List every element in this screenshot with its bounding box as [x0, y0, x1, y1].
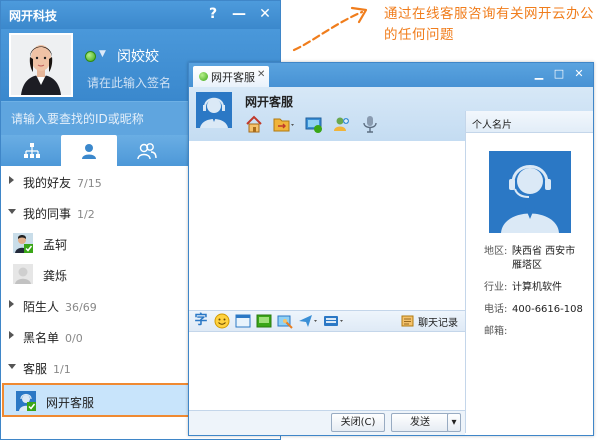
email-label: 邮箱:	[484, 326, 508, 337]
support-avatar-icon[interactable]	[196, 92, 232, 128]
industry-label: 行业:	[484, 282, 508, 293]
tab-organization[interactable]	[4, 135, 60, 166]
profile-industry-row: 行业: 计算机软件	[484, 281, 562, 295]
close-button[interactable]: ✕	[252, 3, 278, 25]
chat-tab[interactable]: 网开客服 ✕	[193, 66, 269, 87]
online-status-icon	[199, 72, 208, 81]
chat-history-button[interactable]: 聊天记录	[401, 313, 458, 329]
chat-footer: 关闭(C) 发送 ▾	[189, 410, 465, 435]
expand-arrow-icon	[9, 331, 14, 339]
minimize-button[interactable]: ▁	[529, 64, 549, 84]
expand-arrow-icon	[9, 176, 14, 184]
close-button[interactable]: ✕	[569, 64, 589, 84]
contacts-window-titlebar[interactable]: 网开科技 ? — ✕	[1, 1, 280, 29]
region-label: 地区:	[484, 246, 508, 257]
phone-label: 电话:	[484, 304, 508, 315]
send-button[interactable]: 发送	[391, 413, 449, 432]
help-button[interactable]: ?	[200, 3, 226, 25]
org-chart-icon	[24, 143, 40, 158]
chat-toolbar	[245, 115, 379, 133]
annotation-arrow-icon	[292, 6, 368, 52]
status-dropdown-icon[interactable]: ▼	[99, 49, 106, 59]
industry-value: 计算机软件	[512, 282, 562, 293]
phone-value: 400-6616-108	[512, 304, 583, 315]
person-icon	[82, 144, 96, 159]
user-name: 闵姣姣	[117, 49, 159, 65]
add-contact-icon[interactable]	[333, 115, 351, 133]
chat-window: 网开客服 ✕ ▁ □ ✕ 网开客服 个人名片 地区: 陕西省 西安市 雁塔区 行…	[188, 62, 594, 436]
group-count: 0/0	[65, 332, 83, 345]
contact-name: 网开客服	[46, 396, 95, 410]
contact-avatar-icon	[13, 264, 33, 284]
group-name: 黑名单	[23, 331, 60, 345]
contact-name: 龚烁	[43, 269, 68, 283]
tab-contacts[interactable]	[61, 135, 117, 166]
group-name: 客服	[23, 362, 48, 376]
support-avatar-icon	[16, 391, 36, 411]
contact-name: 孟轲	[43, 238, 68, 252]
profile-card-title: 个人名片	[472, 120, 512, 131]
contact-avatar-icon	[13, 233, 33, 253]
group-name: 我的同事	[23, 207, 72, 221]
user-photo-icon	[11, 35, 71, 95]
picture-icon[interactable]	[256, 313, 272, 329]
home-icon[interactable]	[245, 115, 263, 133]
screen-share-icon[interactable]	[305, 115, 323, 133]
profile-card-panel: 个人名片 地区: 陕西省 西安市 雁塔区 行业: 计算机软件 电话: 400-6…	[465, 111, 593, 433]
tab-groups[interactable]	[118, 135, 174, 166]
profile-phone-row: 电话: 400-6616-108	[484, 303, 583, 317]
app-title: 网开科技	[9, 9, 58, 23]
maximize-button[interactable]: □	[549, 64, 569, 84]
chat-tab-label: 网开客服	[211, 71, 255, 84]
screenshot-stage: 网开科技 ? — ✕ ▼ 闵姣姣 请在此输入签名 请输入要查找的ID或昵称 我的…	[0, 0, 598, 440]
group-count: 36/69	[65, 301, 97, 314]
profile-card-header: 个人名片	[466, 111, 593, 133]
window-controls: ? — ✕	[200, 3, 278, 25]
user-avatar[interactable]	[9, 33, 73, 97]
message-input[interactable]	[189, 332, 465, 410]
online-status-icon[interactable]	[85, 51, 96, 62]
message-history[interactable]	[189, 141, 465, 311]
folder-transfer-icon[interactable]	[273, 115, 295, 133]
annotation-text: 通过在线客服咨询有关网开云办公的任何问题	[384, 6, 594, 43]
chat-window-controls: ▁ □ ✕	[529, 64, 589, 84]
collapse-arrow-icon	[8, 364, 16, 369]
input-tools: 字	[193, 313, 345, 329]
history-icon	[401, 315, 414, 327]
keyboard-icon[interactable]	[323, 313, 345, 329]
collapse-arrow-icon	[8, 209, 16, 214]
region-value: 陕西省 西安市 雁塔区	[512, 246, 576, 271]
profile-region-row: 地区: 陕西省 西安市 雁塔区	[484, 245, 575, 271]
voice-icon[interactable]	[361, 115, 379, 133]
group-count: 1/1	[53, 363, 71, 376]
group-count: 1/2	[77, 208, 95, 221]
minimize-button[interactable]: —	[226, 3, 252, 25]
chat-window-titlebar[interactable]: 网开客服 ✕ ▁ □ ✕	[189, 63, 593, 87]
group-count: 7/15	[77, 177, 102, 190]
emoji-icon[interactable]	[214, 313, 230, 329]
group-name: 我的好友	[23, 176, 72, 190]
expand-arrow-icon	[9, 300, 14, 308]
chat-history-label: 聊天记录	[418, 317, 458, 329]
support-avatar-icon	[489, 151, 571, 233]
group-name: 陌生人	[23, 300, 60, 314]
chat-contact-name: 网开客服	[245, 95, 294, 109]
send-file-icon[interactable]	[298, 313, 318, 329]
screenshot-icon[interactable]	[277, 313, 293, 329]
send-options-dropdown[interactable]: ▾	[447, 413, 461, 432]
font-icon[interactable]: 字	[193, 313, 209, 329]
close-chat-button[interactable]: 关闭(C)	[331, 413, 385, 432]
people-icon	[137, 143, 157, 160]
profile-email-row: 邮箱:	[484, 325, 507, 339]
signature-field[interactable]: 请在此输入签名	[87, 74, 171, 91]
window-icon[interactable]	[235, 313, 251, 329]
tab-close-icon[interactable]: ✕	[257, 69, 265, 80]
input-toolbar: 字 聊天记录	[189, 310, 465, 332]
